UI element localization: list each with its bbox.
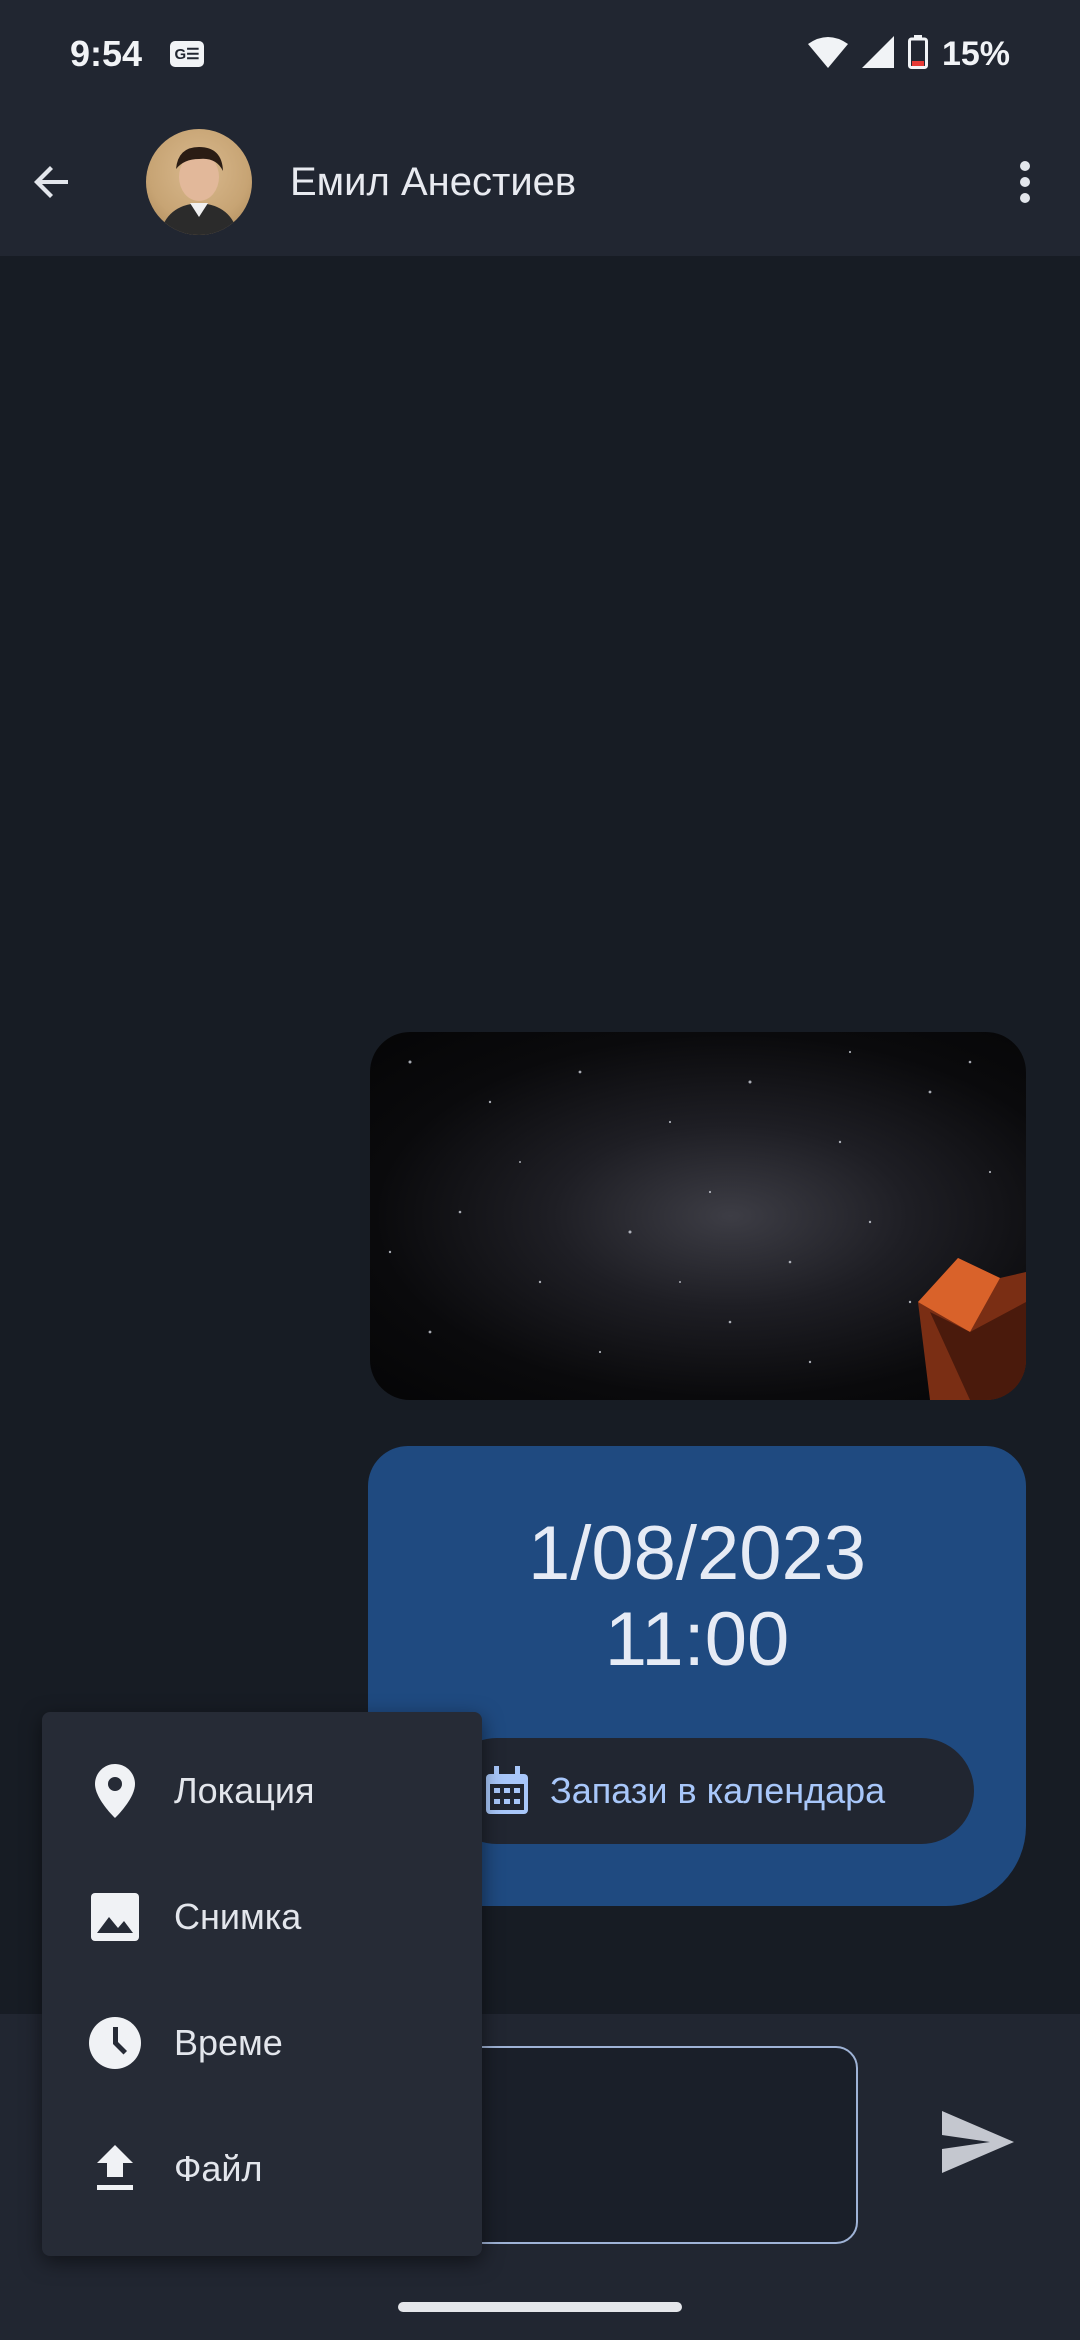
avatar[interactable] [146,129,252,235]
menu-item-time[interactable]: Време [42,1980,482,2106]
more-vert-icon [1020,161,1030,203]
arrow-back-icon [34,166,68,198]
status-time: 9:54 [70,33,143,74]
status-bar: 9:54 G☰ 15% [0,0,1080,108]
menu-item-label: Снимка [174,1896,302,1937]
upload-icon [88,2142,142,2196]
news-badge-icon: G☰ [170,41,205,67]
calendar-icon [486,1766,528,1814]
event-time: 11:00 [604,1597,790,1682]
menu-item-label: Време [174,2022,283,2063]
menu-item-location[interactable]: Локация [42,1728,482,1854]
night-sky-photo [388,1050,1026,1400]
battery-icon [907,34,928,74]
back-button[interactable] [0,108,104,256]
save-to-calendar-button[interactable]: Запази в календара [444,1738,974,1844]
send-icon [942,2111,1014,2173]
image-message[interactable] [370,1032,1026,1400]
home-indicator[interactable] [398,2302,682,2312]
battery-percent: 15% [941,34,1010,73]
status-icons: 15% [807,34,1010,74]
event-date: 1/08/2023 [527,1511,867,1596]
wifi-icon [807,36,848,73]
save-to-calendar-label: Запази в календара [550,1770,886,1811]
more-options-button[interactable] [970,108,1080,256]
image-icon [88,1890,142,1944]
menu-item-label: Локация [174,1770,315,1811]
menu-item-photo[interactable]: Снимка [42,1854,482,1980]
conversation-header: Емил Анестиев [0,108,1080,256]
signal-icon [861,35,894,73]
location-pin-icon [88,1764,142,1818]
clock-icon [88,2016,142,2070]
contact-photo [160,147,238,235]
send-button[interactable] [926,2090,1030,2194]
contact-name[interactable]: Емил Анестиев [290,160,576,205]
attach-menu: Локация Снимка Време Файл [42,1712,482,2256]
menu-item-file[interactable]: Файл [42,2106,482,2232]
menu-item-label: Файл [174,2148,263,2189]
